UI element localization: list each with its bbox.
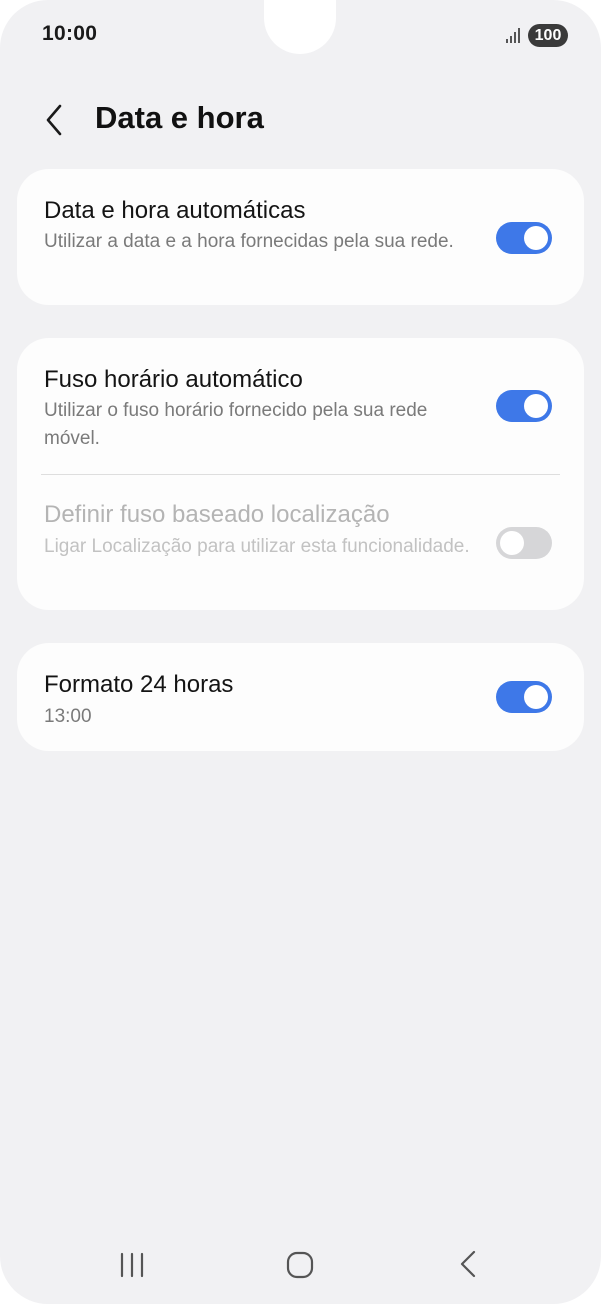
auto-datetime-toggle[interactable] [496, 222, 552, 254]
format-24h-summary: 13:00 [44, 706, 92, 727]
home-button[interactable] [280, 1246, 320, 1282]
navigation-bar [0, 1236, 601, 1292]
status-time: 10:00 [42, 22, 98, 45]
auto-datetime-row[interactable]: Data e hora automáticas Utilizar a data … [17, 169, 584, 305]
location-timezone-toggle [496, 527, 552, 559]
auto-datetime-title: Data e hora automáticas [44, 197, 306, 224]
page-title: Data e hora [95, 100, 264, 135]
location-timezone-summary: Ligar Localização para utilizar esta fun… [44, 536, 470, 557]
toggle-knob [524, 226, 548, 250]
timezone-card: Fuso horário automático Utilizar o fuso … [17, 338, 584, 610]
toggle-knob [524, 394, 548, 418]
battery-badge: 100 [528, 24, 568, 47]
phone-screen: 10:00 100 Data e hora Data e hora automá… [0, 0, 601, 1304]
app-header: Data e hora [0, 88, 601, 152]
camera-notch [264, 0, 336, 54]
auto-datetime-summary: Utilizar a data e a hora fornecidas pela… [44, 231, 454, 252]
format-24h-card: Formato 24 horas 13:00 [17, 643, 584, 751]
back-button[interactable] [38, 100, 74, 140]
auto-timezone-title: Fuso horário automático [44, 366, 303, 393]
nav-back-button[interactable] [448, 1246, 488, 1282]
signal-bars-icon [506, 28, 520, 43]
recents-button[interactable] [112, 1246, 152, 1282]
auto-datetime-card: Data e hora automáticas Utilizar a data … [17, 169, 584, 305]
toggle-knob [500, 531, 524, 555]
back-icon [460, 1250, 476, 1278]
auto-timezone-row[interactable]: Fuso horário automático Utilizar o fuso … [17, 338, 584, 474]
chevron-left-icon [46, 104, 62, 136]
format-24h-row[interactable]: Formato 24 horas 13:00 [17, 643, 584, 751]
recents-icon [120, 1252, 144, 1278]
home-icon [286, 1251, 314, 1279]
format-24h-toggle[interactable] [496, 681, 552, 713]
auto-timezone-summary: Utilizar o fuso horário fornecido pela s… [44, 400, 428, 449]
status-bar: 10:00 100 [0, 0, 601, 72]
auto-timezone-toggle[interactable] [496, 390, 552, 422]
toggle-knob [524, 685, 548, 709]
location-timezone-title: Definir fuso baseado localização [44, 501, 390, 528]
format-24h-title: Formato 24 horas [44, 671, 234, 698]
location-timezone-row: Definir fuso baseado localização Ligar L… [17, 475, 584, 610]
